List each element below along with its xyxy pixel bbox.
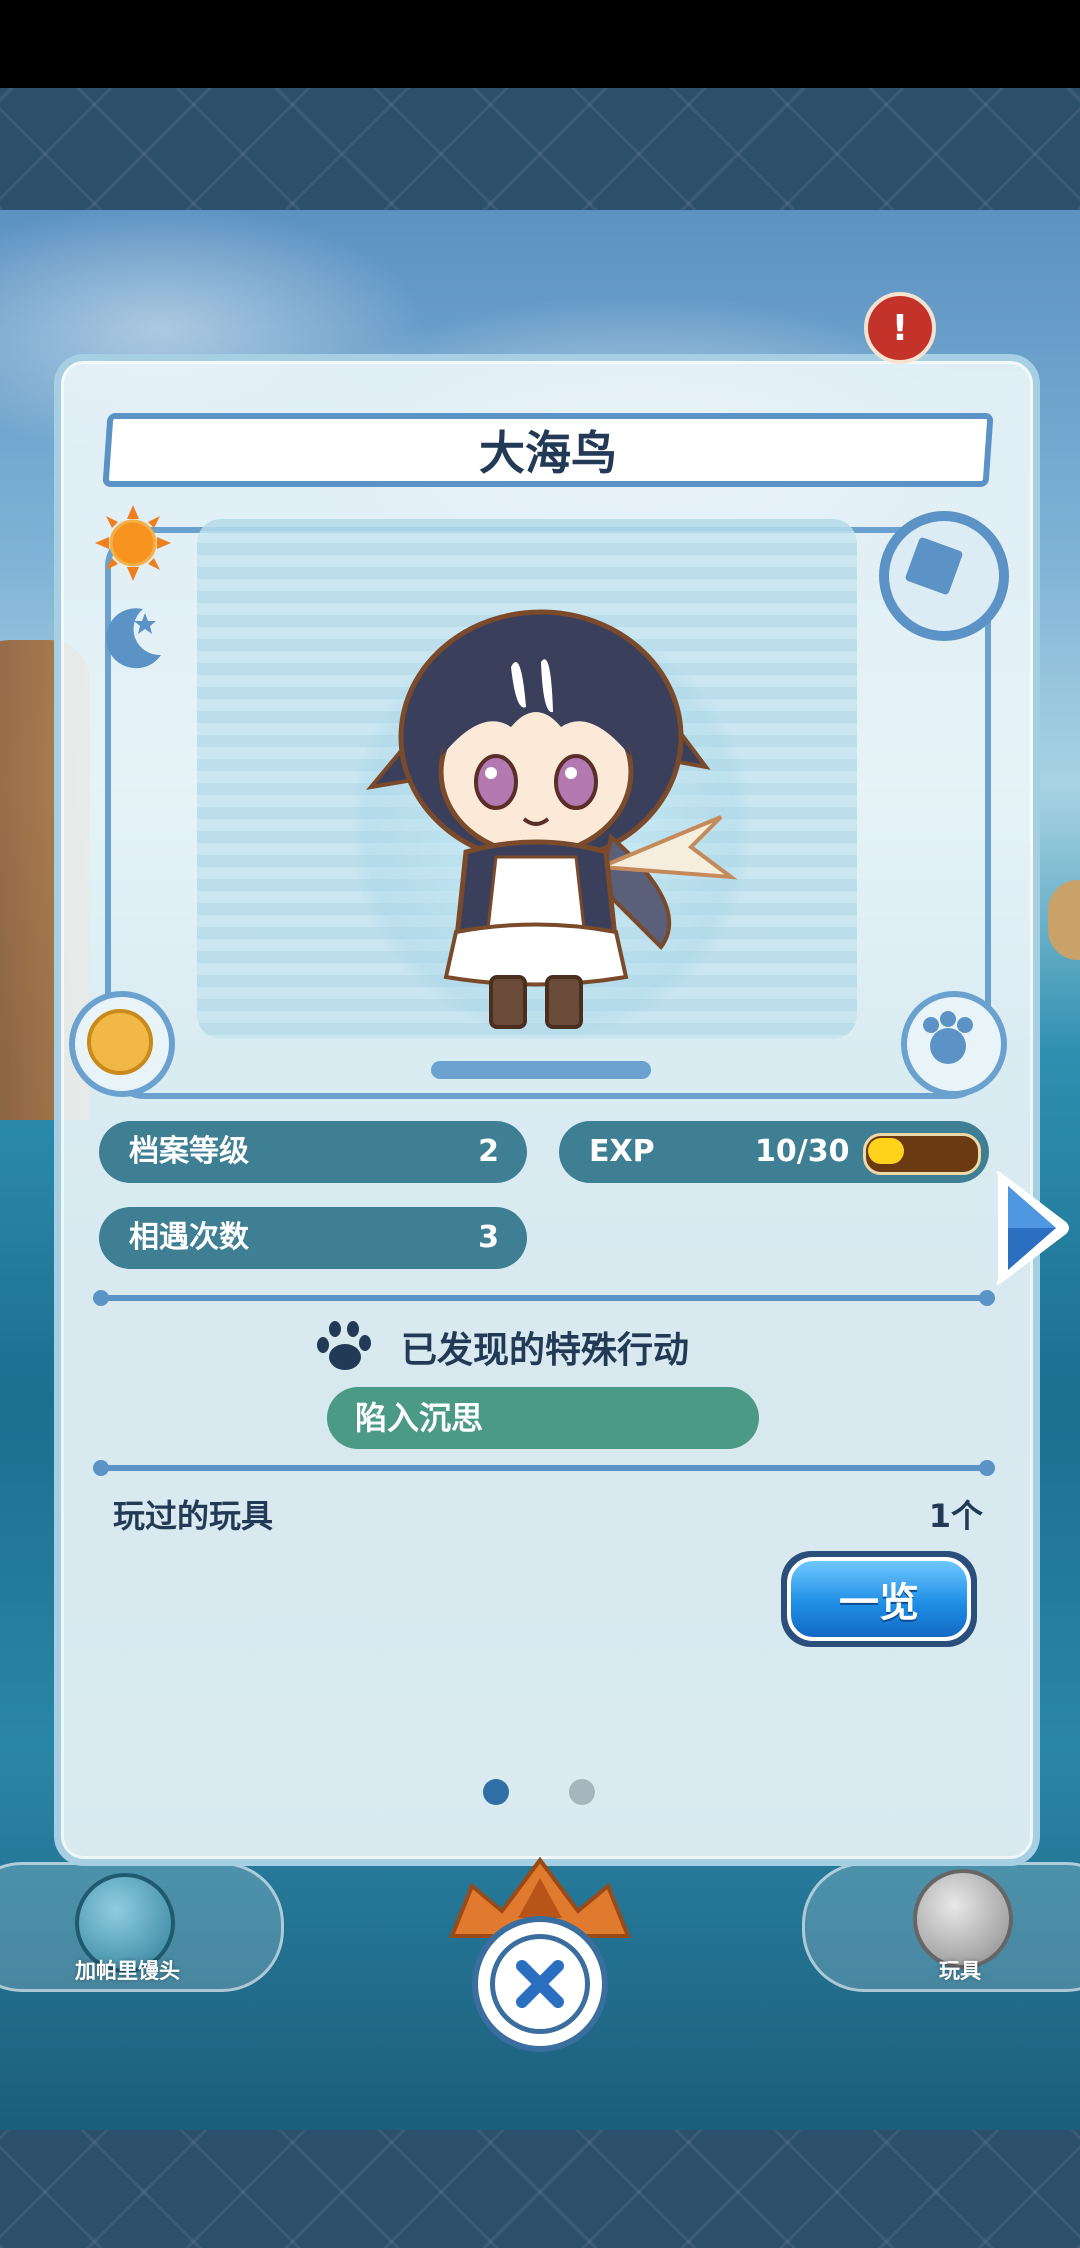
card-emblem-icon [879,511,1009,641]
toys-played-count: 1个 [928,1497,983,1535]
profile-level-label: 档案等级 [129,1134,249,1169]
friend-profile-modal: 大海鸟 档案等级 2 相遇次数 3 EXP 10/30 已发现的特殊行动 陷入沉… [54,354,1040,1866]
special-actions-title: 已发现的特殊行动 [401,1330,690,1371]
ball-icon [913,1869,1013,1969]
toys-played-label: 玩过的玩具 [113,1497,274,1535]
toy-list-button[interactable]: 一览 [781,1551,977,1647]
background-bottom-band [0,2130,1080,2248]
exp-label: EXP [589,1134,655,1169]
special-action-label: 陷入沉思 [355,1399,484,1437]
special-actions-header: 已发现的特殊行动 [315,1317,689,1377]
section-divider [93,1460,995,1476]
close-button[interactable] [472,1916,608,2052]
encounter-count-label: 相遇次数 [129,1220,249,1255]
exp-progress-bar [863,1133,981,1175]
toy-list-button-label: 一览 [787,1557,971,1641]
paw-badge-icon [901,991,1007,1097]
moon-icon [106,608,161,669]
page-dot[interactable] [569,1779,595,1805]
paw-icon [317,1321,371,1370]
nav-toys-label: 玩具 [939,1959,981,1983]
exp-stat: EXP 10/30 [559,1121,989,1183]
exp-progress-fill [868,1138,904,1164]
background-top-band [0,88,1080,210]
page-dot-active[interactable] [483,1779,509,1805]
encounter-count-value: 3 [478,1220,499,1255]
alert-badge[interactable]: ! [864,292,936,364]
close-button-ring [490,1934,590,2034]
close-icon [516,1960,564,2008]
character-portrait [366,609,738,1029]
sun-icon [95,505,171,581]
nav-japaribun-label: 加帕里馒头 [75,1959,180,1983]
character-name: 大海鸟 [479,426,617,480]
profile-level-value: 2 [478,1134,499,1169]
frame-bottom-tab [431,1061,651,1079]
nav-japaribun-button[interactable]: 加帕里馒头 [0,1862,284,1992]
special-action-tag: 陷入沉思 [327,1387,759,1449]
nav-toys-button[interactable]: 玩具 [802,1862,1080,1992]
section-divider [93,1290,995,1306]
exp-value: 10/30 [755,1134,850,1169]
status-bar [0,0,1080,88]
encounter-count-stat: 相遇次数 3 [99,1207,527,1269]
chevron-right-icon[interactable] [990,1166,1074,1290]
japaribun-badge-icon [69,991,175,1097]
profile-level-stat: 档案等级 2 [99,1121,527,1183]
